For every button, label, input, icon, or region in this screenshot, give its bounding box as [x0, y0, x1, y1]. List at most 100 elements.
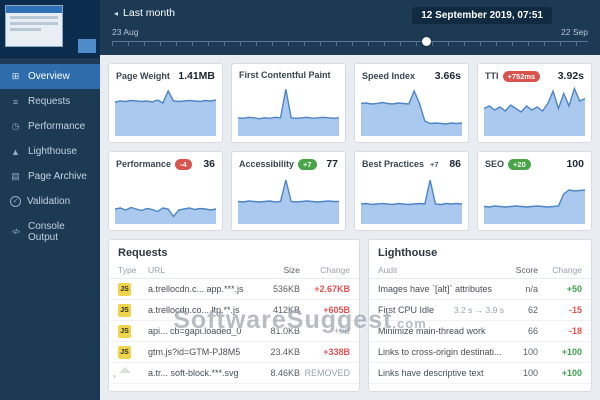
audit-row[interactable]: Links to cross-origin destinati... 100 +10…: [369, 342, 591, 363]
site-thumbnail-window: [5, 5, 63, 47]
sidebar-item-label: Console Output: [28, 221, 65, 243]
request-row[interactable]: JS api... cb=gapi.loaded_0 81.0KB +0B: [109, 321, 359, 342]
metric-value: 3.92s: [557, 70, 584, 82]
metric-sparkline-chart: [361, 86, 462, 136]
metric-card-first-contentful-paint[interactable]: First Contentful Paint: [231, 63, 346, 143]
metric-change-badge: -4: [175, 158, 192, 170]
audit-row[interactable]: Links have descriptive text 100 +100: [369, 363, 591, 384]
metric-sparkline-chart: [484, 86, 585, 136]
request-size: 536KB: [272, 284, 300, 294]
request-change: +605B: [323, 305, 350, 315]
audit-title: Links to cross-origin destinati...: [378, 347, 502, 357]
metric-card-page-weight[interactable]: Page Weight 1.41MB: [108, 63, 223, 143]
audit-row[interactable]: Images have `[alt]` attributes n/a +50: [369, 279, 591, 300]
timeline-ticks: [112, 42, 588, 46]
metric-card-header: Performance -4 36: [109, 152, 222, 172]
audit-change: +100: [561, 368, 582, 378]
request-row[interactable]: JS gtm.js?id=GTM-PJ8M5 23.4KB +338B: [109, 342, 359, 363]
request-url: api... cb=gapi.loaded_0: [148, 326, 242, 336]
sidebar-item-page-archive[interactable]: ▤ Page Archive: [0, 164, 100, 189]
audit-change: +50: [566, 284, 582, 294]
javascript-file-icon: JS: [118, 324, 131, 338]
metric-card-best-practices[interactable]: Best Practices +7 86: [354, 151, 469, 231]
audit-cell: Minimize main-thread work: [378, 326, 504, 336]
metric-cards-row-1: Page Weight 1.41MB First Contentful Paint S…: [108, 63, 592, 143]
site-thumbnail[interactable]: [0, 0, 100, 58]
metric-change-badge: +20: [508, 158, 531, 170]
metric-sparkline-chart: [361, 174, 462, 224]
request-change: REMOVED: [304, 368, 350, 378]
metric-sparkline-chart: [484, 174, 585, 224]
metric-card-tti[interactable]: TTI +752ms 3.92s: [477, 63, 592, 143]
sidebar: ⊞ Overview ≡ Requests ◷ Performance ▲ Lighthous…: [0, 0, 100, 400]
metric-title: Page Weight: [116, 71, 170, 81]
sidebar-item-label: Requests: [28, 96, 71, 107]
request-type-cell: JS: [118, 303, 148, 317]
request-size: 23.4KB: [270, 347, 300, 357]
sidebar-nav: ⊞ Overview ≡ Requests ◷ Performance ▲ Lighthous…: [0, 64, 100, 250]
metric-card-header: SEO +20 100: [478, 152, 591, 172]
topbar: ◂ Last month 12 September 2019, 07:51 23…: [100, 0, 600, 55]
requests-table-body: JS a.trellocdn.c... app.***.js 536KB +2.67K…: [109, 279, 359, 384]
sidebar-item-validation[interactable]: ✓ Validation: [0, 189, 100, 214]
metric-value: 1.41MB: [178, 70, 215, 82]
requests-table-header: Type URL Size Change: [109, 263, 359, 279]
audit-title: Minimize main-thread work: [378, 326, 486, 336]
metric-sparkline-chart: [115, 86, 216, 136]
audit-row[interactable]: First CPU Idle 3.2 s → 3.9 s 62 -15: [369, 300, 591, 321]
audit-row[interactable]: Minimize main-thread work 66 -18: [369, 321, 591, 342]
metric-sparkline-chart: [115, 174, 216, 224]
request-url: gtm.js?id=GTM-PJ8M5: [148, 347, 241, 357]
metric-card-performance[interactable]: Performance -4 36: [108, 151, 223, 231]
request-row[interactable]: a.tr... soft-block.***.svg 8.46KB REMOVED: [109, 363, 359, 384]
audit-title: Links have descriptive text: [378, 368, 484, 378]
caret-left-icon: ◂: [114, 8, 119, 18]
sidebar-item-performance[interactable]: ◷ Performance: [0, 114, 100, 139]
col-url: URL: [148, 265, 166, 275]
request-url: a.trellocdn.co... ltp.**.js: [148, 305, 240, 315]
grid-icon: ⊞: [11, 71, 20, 81]
metric-value: 100: [566, 158, 584, 170]
sidebar-item-label: Overview: [28, 71, 70, 82]
metric-card-accessibility[interactable]: Accessibility +7 77: [231, 151, 346, 231]
audit-score: n/a: [525, 284, 538, 294]
audit-change: -15: [568, 305, 582, 315]
metric-card-header: TTI +752ms 3.92s: [478, 64, 591, 84]
javascript-file-icon: JS: [118, 282, 131, 296]
lighthouse-icon: ▲: [11, 146, 20, 157]
metric-change-badge: +752ms: [502, 70, 541, 82]
metric-change-badge: +7: [430, 159, 439, 169]
sidebar-item-console-output[interactable]: </> Console Output: [0, 214, 100, 250]
sidebar-item-label: Validation: [27, 196, 71, 207]
audit-score: 100: [522, 347, 538, 357]
timeline-start-label: 23 Aug: [112, 27, 139, 37]
col-score: Score: [515, 265, 538, 275]
metric-sparkline-chart: [238, 174, 339, 224]
lighthouse-panel: Lighthouse Audit Score Change Images hav…: [368, 239, 592, 392]
metric-value: 86: [449, 158, 461, 170]
timeline-track[interactable]: [112, 37, 588, 49]
sidebar-item-label: Page Archive: [28, 171, 87, 182]
audit-cell: Links to cross-origin destinati...: [378, 347, 504, 357]
col-change: Change: [552, 265, 582, 275]
javascript-file-icon: JS: [118, 345, 131, 359]
metric-change-badge: +7: [298, 158, 317, 170]
metric-title: SEO: [485, 159, 505, 169]
selected-date-badge: 12 September 2019, 07:51: [412, 7, 552, 24]
metric-title: Speed Index: [362, 71, 416, 81]
metric-sparkline-chart: [238, 84, 339, 136]
request-row[interactable]: JS a.trellocdn.c... app.***.js 536KB +2.67K…: [109, 279, 359, 300]
sidebar-item-overview[interactable]: ⊞ Overview: [0, 64, 100, 89]
lighthouse-panel-title: Lighthouse: [378, 247, 438, 259]
metric-card-speed-index[interactable]: Speed Index 3.66s: [354, 63, 469, 143]
sidebar-item-requests[interactable]: ≡ Requests: [0, 89, 100, 114]
request-row[interactable]: JS a.trellocdn.co... ltp.**.js 412KB +605B: [109, 300, 359, 321]
date-range-selector[interactable]: ◂ Last month: [114, 7, 175, 19]
metric-value: 3.66s: [434, 70, 461, 82]
javascript-file-icon: JS: [118, 303, 131, 317]
metric-card-seo[interactable]: SEO +20 100: [477, 151, 592, 231]
request-url: a.trellocdn.c... app.***.js: [148, 284, 244, 294]
sidebar-item-lighthouse[interactable]: ▲ Lighthouse: [0, 139, 100, 164]
request-url: a.tr... soft-block.***.svg: [148, 368, 239, 378]
col-audit: Audit: [378, 265, 398, 275]
